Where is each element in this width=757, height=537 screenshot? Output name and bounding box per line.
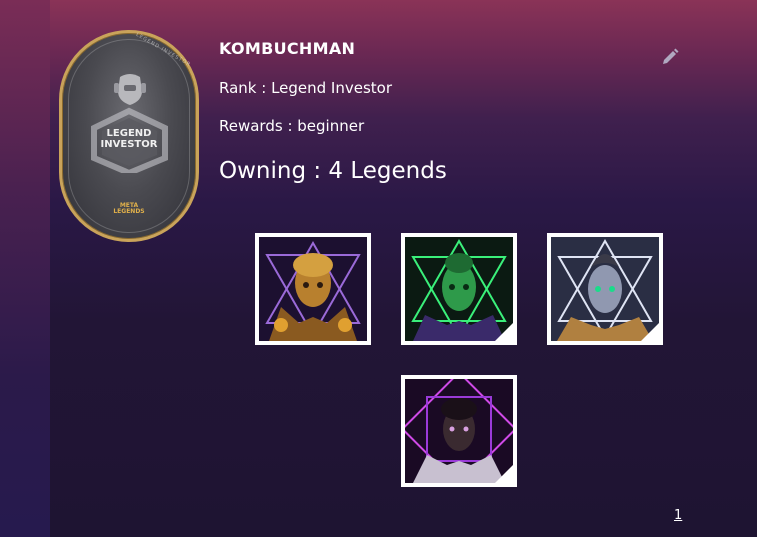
badge-title-line1: LEGEND — [106, 128, 152, 139]
legend-card-purple[interactable] — [401, 375, 517, 487]
left-panel-strip — [0, 0, 50, 537]
profile-rank: Rank : Legend Investor — [219, 79, 393, 97]
badge-title-line2: INVESTOR — [100, 139, 158, 150]
brand-line2: LEGENDS — [113, 208, 145, 215]
pagination-page-link[interactable]: 1 — [674, 508, 682, 523]
silver-legend-avatar — [551, 237, 659, 341]
meta-legends-logo: META LEGENDS — [62, 203, 196, 215]
pencil-icon[interactable] — [660, 47, 680, 67]
golden-legend-avatar — [259, 237, 367, 341]
legend-card-silver[interactable] — [547, 233, 663, 345]
owning-count: Owning : 4 Legends — [219, 158, 447, 184]
robot-helmet-icon — [114, 74, 146, 105]
green-legend-avatar — [405, 237, 513, 341]
legend-card-golden[interactable] — [255, 233, 371, 345]
badge-title: LEGEND INVESTOR — [62, 128, 196, 150]
legend-card-green[interactable] — [401, 233, 517, 345]
purple-legend-avatar — [405, 379, 513, 483]
legend-investor-badge: LEGEND INVESTOR LEGEND INVESTOR META LEG… — [59, 30, 199, 242]
profile-card: LEGEND INVESTOR LEGEND INVESTOR META LEG… — [50, 0, 757, 537]
profile-rewards: Rewards : beginner — [219, 117, 365, 135]
profile-name: KOMBUCHMAN — [219, 39, 356, 58]
